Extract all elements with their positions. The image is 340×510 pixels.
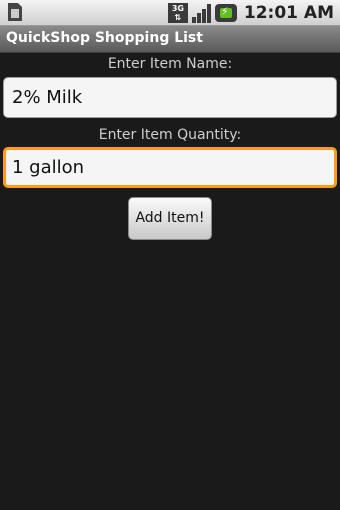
status-bar: 3G⇅ 12:01 AM	[0, 0, 340, 26]
app-title: QuickShop Shopping List	[6, 30, 203, 46]
item-quantity-input[interactable]: 1 gallon	[3, 147, 337, 188]
network-3g-icon: 3G ⇅	[167, 2, 188, 23]
item-name-input[interactable]: 2% Milk	[3, 77, 337, 118]
item-quantity-label: Enter Item Quantity:	[98, 127, 242, 143]
item-name-label: Enter Item Name:	[107, 56, 233, 72]
battery-charging-icon	[214, 3, 237, 22]
app-title-bar: QuickShop Shopping List	[0, 26, 340, 53]
sd-card-icon	[8, 3, 22, 21]
clock: 12:01 AM	[243, 2, 334, 23]
signal-icon	[191, 3, 211, 23]
add-item-button[interactable]: Add Item!	[128, 197, 212, 240]
